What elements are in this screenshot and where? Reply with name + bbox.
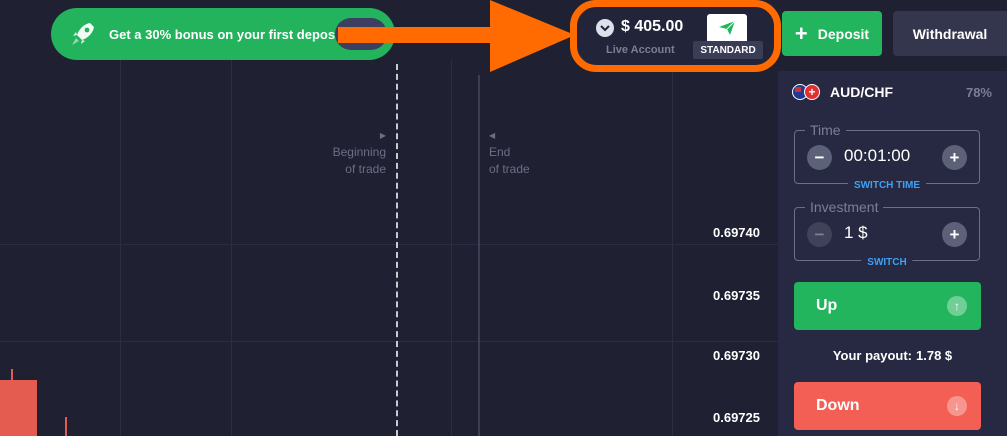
investment-value[interactable]: 1 $ [844, 223, 868, 243]
payout-value: 1.78 $ [916, 348, 953, 363]
asset-selector[interactable]: + AUD/CHF 78% [792, 82, 992, 102]
end-of-trade-label: ◀ End of trade [489, 127, 530, 178]
investment-decrease-button[interactable]: − [807, 222, 832, 247]
plus-icon: + [794, 20, 808, 46]
price-label: 0.69735 [713, 288, 760, 303]
up-label: Up [816, 297, 838, 314]
arrow-left-icon: ◀ [489, 131, 496, 140]
grid-line [120, 60, 121, 436]
investment-label: Investment [805, 199, 884, 215]
profit-percentage: 78% [965, 84, 992, 100]
price-label: 0.69740 [713, 225, 760, 240]
time-increase-button[interactable]: + [942, 145, 967, 170]
price-label: 0.69730 [713, 348, 760, 363]
asset-name: AUD/CHF [830, 84, 893, 100]
deposit-label: Deposit [817, 25, 870, 42]
candle-wick [65, 417, 67, 436]
withdrawal-label: Withdrawal [912, 25, 988, 42]
end-of-trade-line [478, 75, 480, 436]
annotation-arrow [338, 0, 575, 72]
currency-flags-icon: + [792, 83, 822, 101]
grid-line [231, 60, 232, 436]
grid-line [451, 60, 452, 436]
account-type-label: Live Account [606, 44, 675, 56]
up-button[interactable]: Up ↑ [794, 282, 981, 330]
arrow-down-icon: ↓ [947, 396, 967, 416]
rocket-icon [65, 16, 101, 52]
withdrawal-button[interactable]: Withdrawal [893, 11, 1007, 56]
deposit-button[interactable]: + Deposit [782, 11, 882, 56]
payout-label: Your payout: [832, 348, 913, 363]
arrow-right-icon: ▶ [379, 131, 386, 140]
time-value[interactable]: 00:01:00 [844, 146, 910, 166]
switch-time-link[interactable]: SWITCH TIME [847, 180, 927, 191]
grid-line [0, 341, 778, 342]
paper-plane-icon [707, 14, 747, 42]
time-label: Time [805, 122, 846, 138]
time-control: Time − 00:01:00 + SWITCH TIME [794, 122, 980, 191]
beginning-of-trade-label: ▶ Beginning of trade [326, 127, 386, 178]
payout-info: Your payout: 1.78 $ [778, 348, 1007, 363]
down-button[interactable]: Down ↓ [794, 382, 981, 430]
switch-investment-link[interactable]: SWITCH [861, 257, 913, 268]
account-status-badge: STANDARD [693, 41, 763, 59]
investment-increase-button[interactable]: + [942, 222, 967, 247]
switzerland-flag-icon: + [804, 84, 820, 100]
trade-panel: + AUD/CHF 78% Time − 00:01:00 + SWITCH T… [778, 71, 1007, 436]
grid-line [0, 244, 778, 245]
promo-text: Get a 30% bonus on your first deposit [109, 26, 344, 42]
investment-control: Investment − 1 $ + SWITCH [794, 199, 980, 268]
beginning-of-trade-line [396, 64, 398, 436]
grid-line [672, 60, 673, 436]
down-label: Down [816, 397, 860, 414]
chevron-down-icon[interactable] [596, 19, 614, 37]
arrow-up-icon: ↑ [947, 296, 967, 316]
account-selector[interactable]: $ 405.00 Live Account STANDARD [570, 0, 781, 72]
account-balance: $ 405.00 [621, 18, 684, 35]
time-decrease-button[interactable]: − [807, 145, 832, 170]
price-label: 0.69725 [713, 410, 760, 425]
candle-body [0, 380, 37, 436]
